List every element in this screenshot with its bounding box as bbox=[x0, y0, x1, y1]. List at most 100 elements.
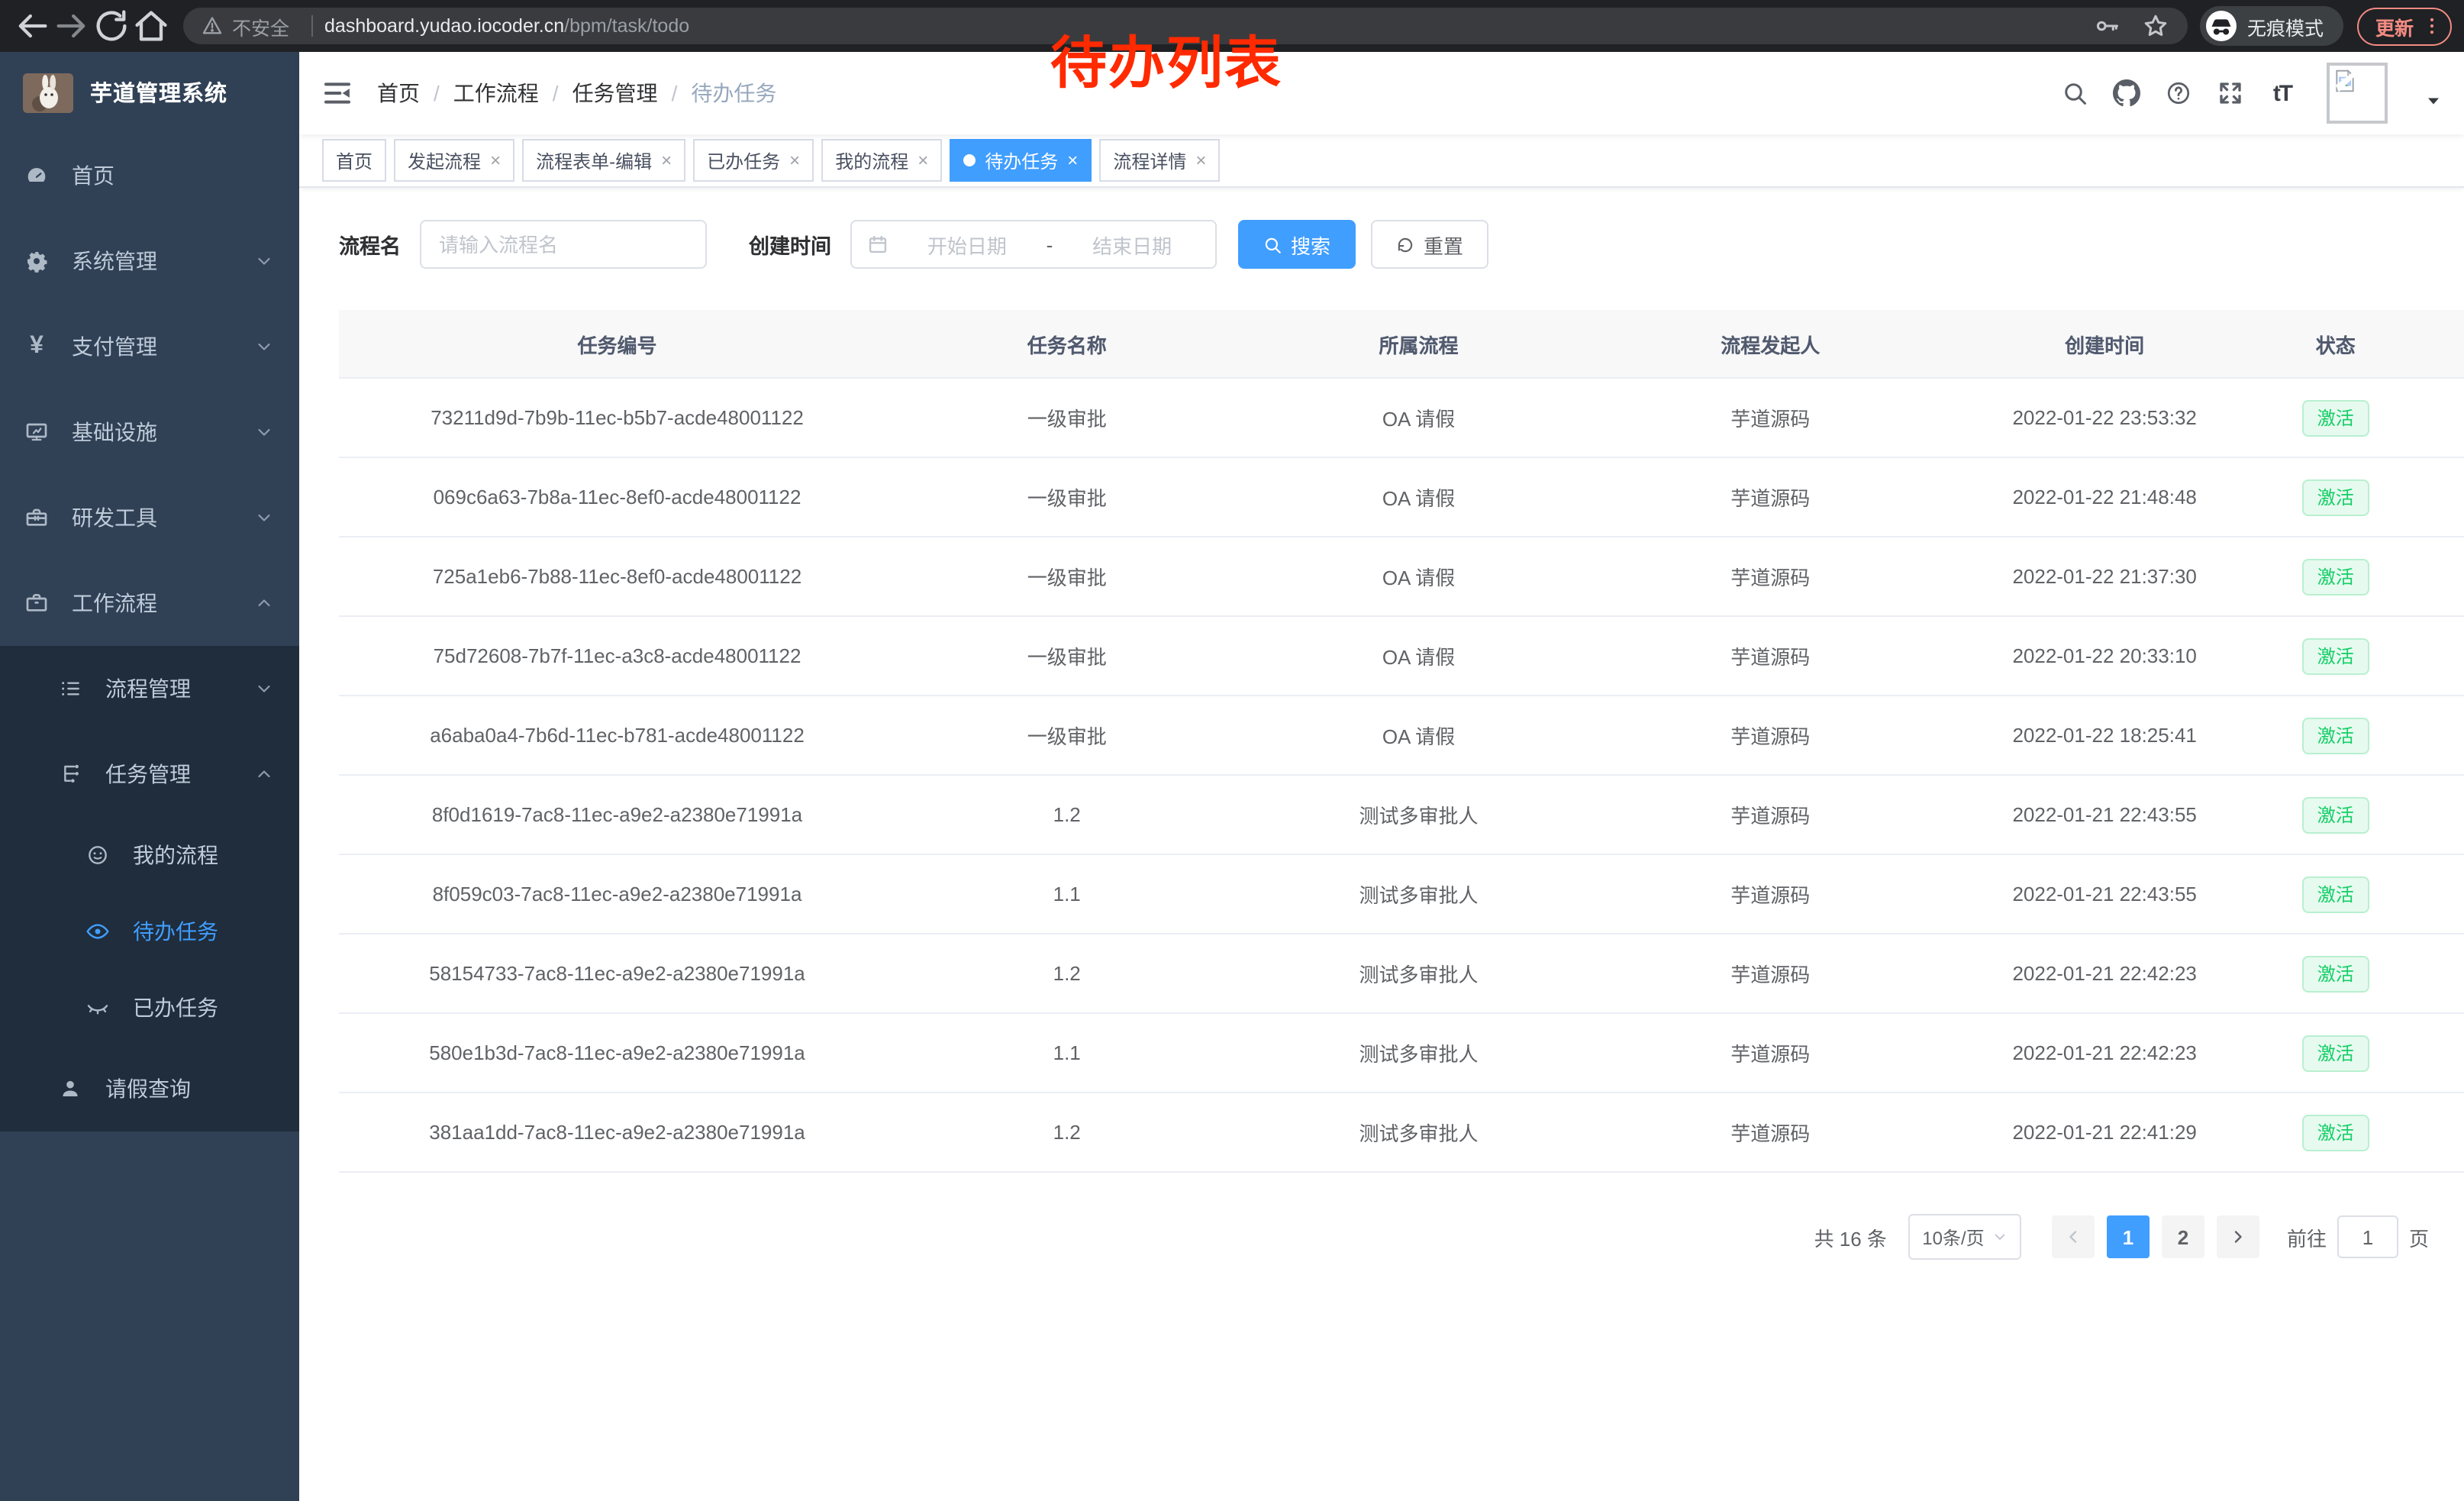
sidebar-item-label: 支付管理 bbox=[72, 331, 157, 362]
sidebar-item-task-mgmt[interactable]: 任务管理 bbox=[0, 731, 299, 817]
page-button-1[interactable]: 1 bbox=[2107, 1215, 2150, 1258]
status-badge: 激活 bbox=[2302, 955, 2369, 992]
page-button-2[interactable]: 2 bbox=[2162, 1215, 2204, 1258]
sidebar-item-home[interactable]: 首页 bbox=[0, 133, 299, 218]
reset-button[interactable]: 重置 bbox=[1370, 220, 1488, 269]
breadcrumb-item[interactable]: 首页 bbox=[377, 78, 420, 108]
status-badge: 激活 bbox=[2302, 876, 2369, 912]
monitor-icon bbox=[24, 420, 49, 444]
broken-image-icon bbox=[2333, 69, 2357, 93]
tab-home[interactable]: 首页 bbox=[322, 139, 386, 182]
action-cell: 审批 bbox=[2404, 457, 2464, 537]
close-icon[interactable]: × bbox=[1195, 151, 1206, 169]
action-cell: 审批 bbox=[2404, 1093, 2464, 1172]
status-cell: 激活 bbox=[2267, 1013, 2404, 1093]
action-cell: 审批 bbox=[2404, 537, 2464, 616]
prev-page-button[interactable] bbox=[2052, 1215, 2095, 1258]
task-id-cell: 75d72608-7b7f-11ec-a3c8-acde48001122 bbox=[339, 616, 895, 696]
next-page-button[interactable] bbox=[2217, 1215, 2259, 1258]
process-cell: 测试多审批人 bbox=[1238, 775, 1598, 854]
start-date-placeholder: 开始日期 bbox=[900, 230, 1034, 259]
sidebar-item-todo-task[interactable]: 待办任务 bbox=[0, 893, 299, 970]
task-name-cell: 一级审批 bbox=[895, 378, 1238, 457]
more-vert-icon[interactable] bbox=[2421, 15, 2443, 37]
list-icon bbox=[58, 676, 82, 701]
task-id-cell: a6aba0a4-7b6d-11ec-b781-acde48001122 bbox=[339, 696, 895, 775]
font-size-icon[interactable]: tT bbox=[2269, 79, 2296, 107]
column-header: 状态 bbox=[2267, 310, 2404, 378]
task-name-cell: 一级审批 bbox=[895, 696, 1238, 775]
task-name-cell: 一级审批 bbox=[895, 616, 1238, 696]
tab-process-detail[interactable]: 流程详情× bbox=[1099, 139, 1220, 182]
tab-launch-process[interactable]: 发起流程× bbox=[394, 139, 514, 182]
tab-todo-task[interactable]: 待办任务× bbox=[950, 139, 1092, 182]
breadcrumb-item[interactable]: 工作流程 bbox=[453, 78, 539, 108]
sidebar-item-system-mgmt[interactable]: 系统管理 bbox=[0, 218, 299, 304]
task-name-cell: 一级审批 bbox=[895, 457, 1238, 537]
bookmark-star-icon[interactable] bbox=[2142, 12, 2169, 40]
close-icon[interactable]: × bbox=[661, 151, 672, 169]
create-time-label: 创建时间 bbox=[749, 229, 831, 260]
table-header-row: 任务编号任务名称所属流程流程发起人创建时间状态操作 bbox=[339, 310, 2464, 378]
table-row: 069c6a63-7b8a-11ec-8ef0-acde48001122一级审批… bbox=[339, 457, 2464, 537]
task-id-cell: 8f0d1619-7ac8-11ec-a9e2-a2380e71991a bbox=[339, 775, 895, 854]
sidebar-item-process-mgmt[interactable]: 流程管理 bbox=[0, 646, 299, 731]
table-row: 8f0d1619-7ac8-11ec-a9e2-a2380e71991a1.2测… bbox=[339, 775, 2464, 854]
sidebar-item-payment-mgmt[interactable]: ¥ 支付管理 bbox=[0, 304, 299, 389]
page-size-select[interactable]: 10条/页 bbox=[1908, 1214, 2021, 1260]
sidebar-item-dev-tools[interactable]: 研发工具 bbox=[0, 475, 299, 560]
close-icon[interactable]: × bbox=[490, 151, 501, 169]
sidebar-item-label: 请假查询 bbox=[105, 1073, 191, 1104]
yen-icon: ¥ bbox=[24, 334, 49, 359]
password-key-icon[interactable] bbox=[2093, 12, 2121, 40]
process-name-input[interactable] bbox=[419, 220, 706, 269]
forward-icon[interactable] bbox=[52, 6, 92, 46]
sidebar-item-infrastructure[interactable]: 基础设施 bbox=[0, 389, 299, 475]
process-cell: 测试多审批人 bbox=[1238, 854, 1598, 934]
search-icon[interactable] bbox=[2061, 79, 2088, 107]
goto-page-input[interactable] bbox=[2337, 1215, 2398, 1258]
browser-update-button[interactable]: 更新 bbox=[2357, 7, 2452, 45]
github-icon[interactable] bbox=[2113, 79, 2140, 107]
column-header: 操作 bbox=[2404, 310, 2464, 378]
gear-icon bbox=[24, 249, 49, 273]
sidebar-item-label: 流程管理 bbox=[105, 673, 191, 704]
table-row: 725a1eb6-7b88-11ec-8ef0-acde48001122一级审批… bbox=[339, 537, 2464, 616]
app-logo-row[interactable]: 芋道管理系统 bbox=[0, 52, 299, 133]
incognito-badge: 无痕模式 bbox=[2200, 6, 2343, 46]
home-icon[interactable] bbox=[131, 6, 171, 46]
help-icon[interactable] bbox=[2165, 79, 2192, 107]
status-badge: 激活 bbox=[2302, 558, 2369, 595]
face-icon bbox=[85, 843, 110, 867]
created-time-cell: 2022-01-21 22:42:23 bbox=[1942, 934, 2267, 1013]
close-icon[interactable]: × bbox=[789, 151, 800, 169]
date-range-picker[interactable]: 开始日期 - 结束日期 bbox=[850, 220, 1216, 269]
close-icon[interactable]: × bbox=[1067, 151, 1078, 169]
sidebar: 芋道管理系统 首页系统管理 ¥ 支付管理基础设施研发工具工作流程流程管理任务管理我的… bbox=[0, 52, 299, 1501]
avatar-caret-down-icon[interactable] bbox=[2424, 92, 2443, 110]
sidebar-item-workflow[interactable]: 工作流程 bbox=[0, 560, 299, 646]
tab-my-process[interactable]: 我的流程× bbox=[821, 139, 942, 182]
search-button[interactable]: 搜索 bbox=[1237, 220, 1355, 269]
avatar[interactable] bbox=[2327, 63, 2388, 124]
breadcrumb-item[interactable]: 任务管理 bbox=[572, 78, 658, 108]
sidebar-item-my-process[interactable]: 我的流程 bbox=[0, 817, 299, 893]
starter-cell: 芋道源码 bbox=[1599, 1093, 1942, 1172]
reload-icon[interactable] bbox=[92, 6, 131, 46]
total-count: 共 16 条 bbox=[1814, 1222, 1887, 1251]
close-icon[interactable]: × bbox=[918, 151, 928, 169]
tab-label: 首页 bbox=[336, 147, 373, 173]
sidebar-item-label: 已办任务 bbox=[133, 993, 218, 1023]
back-icon[interactable] bbox=[12, 6, 52, 46]
tab-form-edit[interactable]: 流程表单-编辑× bbox=[522, 139, 685, 182]
sidebar-item-done-task[interactable]: 已办任务 bbox=[0, 970, 299, 1046]
tab-done-task[interactable]: 已办任务× bbox=[693, 139, 814, 182]
status-badge: 激活 bbox=[2302, 399, 2369, 436]
process-cell: OA 请假 bbox=[1238, 457, 1598, 537]
starter-cell: 芋道源码 bbox=[1599, 457, 1942, 537]
fullscreen-icon[interactable] bbox=[2217, 79, 2244, 107]
chevron-down-icon bbox=[255, 508, 273, 527]
status-cell: 激活 bbox=[2267, 696, 2404, 775]
hamburger-icon[interactable] bbox=[322, 78, 353, 108]
sidebar-item-leave-query[interactable]: 请假查询 bbox=[0, 1046, 299, 1131]
